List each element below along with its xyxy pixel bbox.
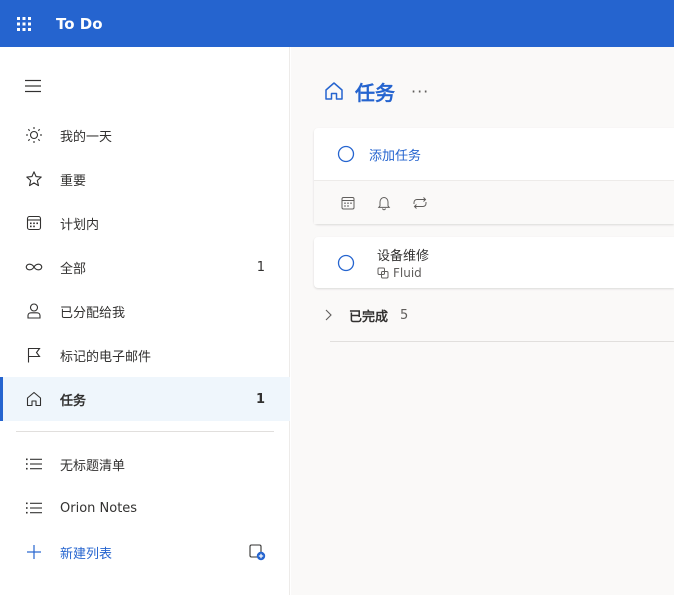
sidebar-divider	[16, 431, 274, 432]
sidebar-item-label: 我的一天	[60, 129, 113, 145]
infinity-icon	[24, 257, 44, 277]
person-icon	[24, 301, 44, 321]
more-options-button[interactable]: ···	[411, 82, 429, 101]
app-header: To Do	[0, 0, 674, 47]
sidebar-item-label: 全部	[60, 261, 87, 277]
sidebar-item-flagged-email[interactable]: 标记的电子邮件	[0, 333, 290, 377]
sidebar-item-all[interactable]: 全部 1	[0, 245, 290, 289]
task-source-label: Fluid	[393, 266, 422, 280]
new-group-icon[interactable]	[248, 543, 266, 561]
sidebar-item-label: 任务	[60, 393, 87, 409]
new-list-label: 新建列表	[60, 546, 113, 562]
sidebar-item-label: Orion Notes	[60, 500, 138, 516]
completed-count: 5	[400, 307, 409, 323]
loop-icon	[377, 267, 389, 279]
sidebar-item-label: 重要	[60, 173, 87, 189]
list-header: 任务 ···	[323, 77, 429, 105]
item-count: 1	[255, 391, 265, 407]
add-task-placeholder: 添加任务	[369, 148, 422, 164]
repeat-icon[interactable]	[410, 193, 430, 213]
sidebar-list-orion-notes[interactable]: Orion Notes	[0, 486, 290, 530]
main-content: 任务 ··· 添加任务 设备维修 Fluid 已完成 5	[291, 47, 674, 595]
home-icon	[323, 80, 345, 102]
sidebar-item-label: 无标题清单	[60, 458, 126, 474]
sidebar-list-untitled[interactable]: 无标题清单	[0, 442, 290, 486]
circle-icon	[337, 145, 355, 163]
sidebar-item-tasks[interactable]: 任务 1	[0, 377, 290, 421]
sun-icon	[24, 125, 44, 145]
page-title[interactable]: 任务	[355, 77, 395, 106]
sidebar-item-label: 已分配给我	[60, 305, 126, 321]
plus-icon	[24, 542, 44, 562]
sidebar-item-label: 计划内	[60, 217, 100, 233]
new-list-button[interactable]: 新建列表	[0, 530, 290, 574]
waffle-icon[interactable]	[0, 0, 47, 47]
list-icon	[24, 498, 44, 518]
flag-icon	[24, 345, 44, 365]
app-title[interactable]: To Do	[56, 15, 103, 33]
sidebar-item-my-day[interactable]: 我的一天	[0, 113, 290, 157]
add-task-card: 添加任务	[314, 128, 674, 224]
sidebar: 我的一天 重要 计划内 全部 1 已分配给我 标记的电子邮件 任务 1 无标题清…	[0, 47, 290, 595]
completed-divider	[330, 341, 674, 342]
sidebar-item-label: 标记的电子邮件	[60, 349, 152, 365]
item-count: 1	[256, 259, 265, 275]
task-body: 设备维修 Fluid	[377, 245, 429, 280]
sidebar-nav: 我的一天 重要 计划内 全部 1 已分配给我 标记的电子邮件 任务 1 无标题清…	[0, 113, 290, 574]
bell-icon[interactable]	[374, 193, 394, 213]
completed-label: 已完成	[349, 309, 389, 325]
sidebar-item-important[interactable]: 重要	[0, 157, 290, 201]
sidebar-item-assigned-to-me[interactable]: 已分配给我	[0, 289, 290, 333]
hamburger-icon[interactable]	[24, 79, 44, 95]
task-title: 设备维修	[377, 249, 430, 264]
star-icon	[24, 169, 44, 189]
task-source: Fluid	[377, 266, 429, 280]
home-icon	[24, 389, 44, 409]
add-task-input[interactable]: 添加任务	[314, 128, 674, 180]
sidebar-item-planned[interactable]: 计划内	[0, 201, 290, 245]
completed-section-toggle[interactable]: 已完成 5	[323, 303, 408, 327]
list-icon	[24, 454, 44, 474]
chevron-right-icon	[323, 308, 333, 322]
due-date-calendar-icon[interactable]	[338, 193, 358, 213]
task-item[interactable]: 设备维修 Fluid	[314, 237, 674, 288]
complete-task-checkbox[interactable]	[337, 254, 355, 272]
calendar-icon	[24, 213, 44, 233]
add-task-toolbar	[314, 180, 674, 224]
